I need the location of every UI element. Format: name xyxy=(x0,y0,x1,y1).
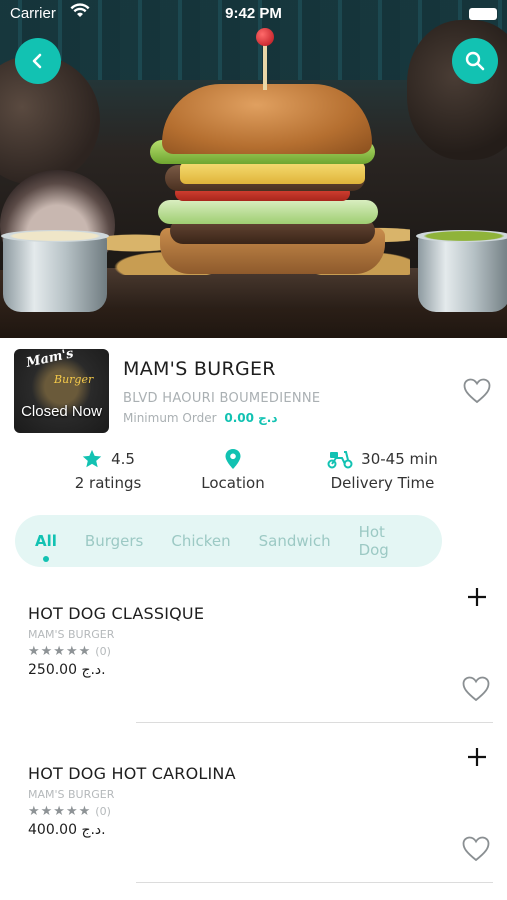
item-brand: MAM'S BURGER xyxy=(28,628,115,641)
tab-all[interactable]: All xyxy=(35,532,57,562)
item-price: 400.00 د.ج. xyxy=(28,822,106,838)
delivery-time-label: Delivery Time xyxy=(330,474,435,492)
rating-value: 4.5 xyxy=(111,450,135,468)
minimum-order: Minimum Order 0.00 د.ج xyxy=(123,411,278,425)
min-order-label: Minimum Order xyxy=(123,411,217,425)
hero-food-image xyxy=(0,0,507,338)
favorite-item-button[interactable] xyxy=(462,836,490,866)
divider xyxy=(136,882,493,883)
item-name: HOT DOG HOT CAROLINA xyxy=(28,764,236,783)
tab-chicken[interactable]: Chicken xyxy=(171,532,230,550)
item-stars: ★★★★★ xyxy=(28,804,92,819)
min-order-value: 0.00 د.ج xyxy=(224,411,278,425)
plus-icon xyxy=(468,588,486,606)
plus-icon xyxy=(468,748,486,766)
menu-item[interactable]: HOT DOG HOT CAROLINA MAM'S BURGER ★★★★★(… xyxy=(0,720,507,883)
battery-icon xyxy=(469,8,497,20)
status-bar: Carrier 9:42 PM xyxy=(0,0,507,30)
search-button[interactable] xyxy=(452,38,498,84)
tab-burgers[interactable]: Burgers xyxy=(85,532,143,550)
clock: 9:42 PM xyxy=(225,5,282,22)
back-button[interactable] xyxy=(15,38,61,84)
item-name: HOT DOG CLASSIQUE xyxy=(28,604,205,623)
heart-icon xyxy=(462,676,490,702)
location-stat[interactable]: Location xyxy=(188,448,278,492)
ratings-count: 2 ratings xyxy=(74,474,142,492)
tab-sandwich[interactable]: Sandwich xyxy=(259,532,331,550)
location-label: Location xyxy=(201,474,265,492)
item-price: 250.00 د.ج. xyxy=(28,662,106,678)
delivery-time-value: 30-45 min xyxy=(361,450,438,468)
menu-item[interactable]: HOT DOG CLASSIQUE MAM'S BURGER ★★★★★ (0) … xyxy=(0,560,507,723)
item-rating: ★★★★★ (0) xyxy=(28,804,111,819)
favorite-item-button[interactable] xyxy=(462,676,490,706)
item-stars: ★★★★★ xyxy=(28,644,92,659)
restaurant-name: MAM'S BURGER xyxy=(123,358,276,380)
chevron-left-icon xyxy=(32,53,42,69)
restaurant-logo: Mam's Burger Closed Now xyxy=(14,349,109,433)
scooter-icon xyxy=(327,451,353,469)
closed-status: Closed Now xyxy=(21,403,102,420)
logo-wordmark: Mam's xyxy=(24,349,75,371)
item-rating-count: (0) xyxy=(95,645,111,658)
location-pin-icon xyxy=(225,449,241,469)
heart-icon xyxy=(462,836,490,862)
restaurant-address: BLVD HAOURI BOUMEDIENNE xyxy=(123,391,321,406)
item-rating: ★★★★★ (0) xyxy=(28,644,111,659)
heart-icon xyxy=(463,378,491,404)
add-item-button[interactable] xyxy=(466,746,488,772)
item-brand: MAM'S BURGER xyxy=(28,788,115,801)
delivery-stat: 30-45 min Delivery Time xyxy=(320,448,445,492)
rating-stat: 4.5 2 ratings xyxy=(58,448,158,492)
star-icon xyxy=(82,449,102,468)
item-rating-count: (0) xyxy=(95,805,111,818)
favorite-restaurant-button[interactable] xyxy=(463,378,491,408)
tab-hot-dog[interactable]: Hot Dog xyxy=(359,523,414,559)
logo-subtitle: Burger xyxy=(54,373,94,386)
search-icon xyxy=(465,51,485,71)
add-item-button[interactable] xyxy=(466,586,488,612)
